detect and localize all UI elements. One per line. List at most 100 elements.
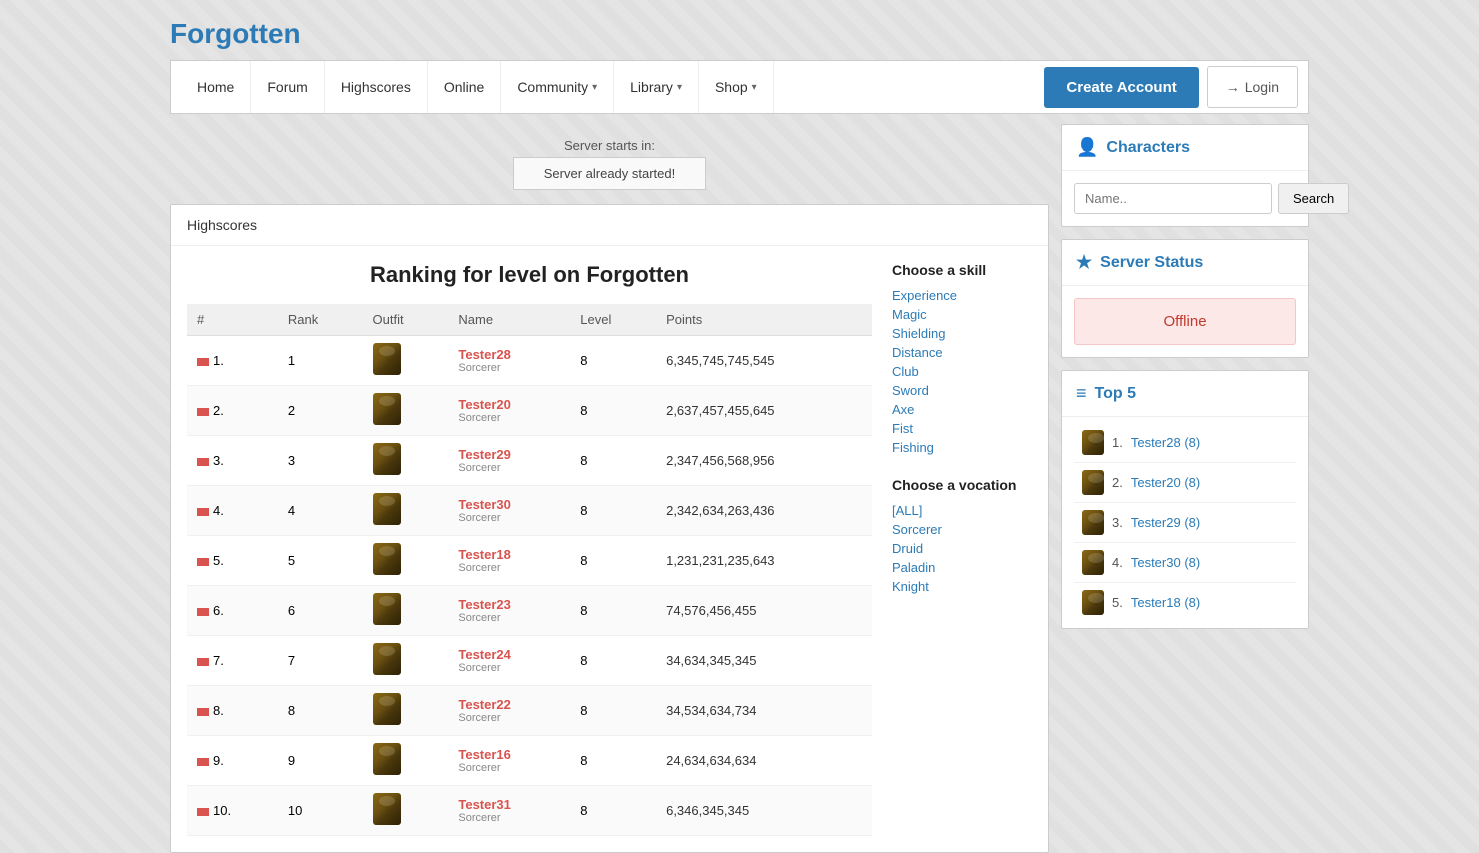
- nav-online[interactable]: Online: [428, 61, 501, 113]
- nav-community[interactable]: Community ▾: [501, 61, 614, 113]
- navbar: Home Forum Highscores Online Community ▾…: [170, 60, 1309, 114]
- top5-rank-num: 4.: [1112, 555, 1123, 570]
- vocation-filter-link[interactable]: Knight: [892, 577, 1032, 596]
- top5-player-link[interactable]: Tester28 (8): [1131, 435, 1200, 450]
- row-num: 2.: [187, 386, 278, 436]
- row-level: 8: [570, 686, 656, 736]
- rank-bar-icon: [197, 658, 209, 666]
- outfit-sprite: [373, 343, 401, 375]
- row-name: Tester22 Sorcerer: [448, 686, 570, 736]
- vocation-filter-link[interactable]: Sorcerer: [892, 520, 1032, 539]
- skill-filter-link[interactable]: Fist: [892, 419, 1032, 438]
- skill-filter-link[interactable]: Experience: [892, 286, 1032, 305]
- row-points: 6,345,745,745,545: [656, 336, 872, 386]
- characters-title: Characters: [1106, 139, 1190, 157]
- row-rank: 1: [278, 336, 363, 386]
- player-name-link[interactable]: Tester30: [458, 497, 560, 512]
- outfit-sprite: [373, 693, 401, 725]
- player-name-link[interactable]: Tester20: [458, 397, 560, 412]
- login-button[interactable]: → Login: [1207, 66, 1298, 108]
- vocation-filter-link[interactable]: Paladin: [892, 558, 1032, 577]
- player-name-link[interactable]: Tester31: [458, 797, 560, 812]
- row-level: 8: [570, 786, 656, 836]
- nav-forum[interactable]: Forum: [251, 61, 324, 113]
- skill-filter-link[interactable]: Axe: [892, 400, 1032, 419]
- top5-item: 2. Tester20 (8): [1074, 463, 1296, 503]
- server-status-widget: ★ Server Status Offline: [1061, 239, 1309, 358]
- player-name-link[interactable]: Tester24: [458, 647, 560, 662]
- vocation-filter-group: Choose a vocation [ALL]SorcererDruidPala…: [892, 477, 1032, 596]
- vocation-filter-title: Choose a vocation: [892, 477, 1032, 493]
- skill-filter-link[interactable]: Magic: [892, 305, 1032, 324]
- person-icon: 👤: [1076, 137, 1098, 158]
- server-status-widget-header: ★ Server Status: [1062, 240, 1308, 286]
- row-num: 10.: [187, 786, 278, 836]
- rank-bar-icon: [197, 608, 209, 616]
- player-name-link[interactable]: Tester22: [458, 697, 560, 712]
- player-name-link[interactable]: Tester16: [458, 747, 560, 762]
- row-rank: 10: [278, 786, 363, 836]
- top5-player-link[interactable]: Tester29 (8): [1131, 515, 1200, 530]
- row-num: 7.: [187, 636, 278, 686]
- player-name-link[interactable]: Tester29: [458, 447, 560, 462]
- row-rank: 5: [278, 536, 363, 586]
- nav-shop[interactable]: Shop ▾: [699, 61, 774, 113]
- table-row: 8. 8 Tester22 Sorcerer 8 34,534,634,734: [187, 686, 872, 736]
- vocation-filter-link[interactable]: Druid: [892, 539, 1032, 558]
- top5-widget-body: 1. Tester28 (8) 2. Tester20 (8) 3. Teste…: [1062, 417, 1308, 628]
- table-row: 3. 3 Tester29 Sorcerer 8 2,347,456,568,9…: [187, 436, 872, 486]
- top5-item: 5. Tester18 (8): [1074, 583, 1296, 622]
- table-row: 1. 1 Tester28 Sorcerer 8 6,345,745,745,5…: [187, 336, 872, 386]
- server-starts-label: Server starts in:: [184, 138, 1035, 153]
- filter-section: Choose a skill ExperienceMagicShieldingD…: [892, 262, 1032, 836]
- skill-filter-link[interactable]: Fishing: [892, 438, 1032, 457]
- col-level: Level: [570, 304, 656, 336]
- outfit-sprite: [373, 393, 401, 425]
- top5-player-link[interactable]: Tester18 (8): [1131, 595, 1200, 610]
- row-name: Tester16 Sorcerer: [448, 736, 570, 786]
- skill-filter-link[interactable]: Shielding: [892, 324, 1032, 343]
- col-num: #: [187, 304, 278, 336]
- skill-filter-link[interactable]: Club: [892, 362, 1032, 381]
- outfit-sprite: [373, 443, 401, 475]
- rank-bar-icon: [197, 558, 209, 566]
- login-icon: →: [1226, 79, 1240, 95]
- skill-filter-link[interactable]: Sword: [892, 381, 1032, 400]
- highscores-panel: Highscores Ranking for level on Forgotte…: [170, 204, 1049, 853]
- row-points: 24,634,634,634: [656, 736, 872, 786]
- player-name-link[interactable]: Tester18: [458, 547, 560, 562]
- nav-home[interactable]: Home: [181, 61, 251, 113]
- top5-player-link[interactable]: Tester20 (8): [1131, 475, 1200, 490]
- col-points: Points: [656, 304, 872, 336]
- nav-highscores[interactable]: Highscores: [325, 61, 428, 113]
- table-row: 7. 7 Tester24 Sorcerer 8 34,634,345,345: [187, 636, 872, 686]
- create-account-button[interactable]: Create Account: [1044, 67, 1198, 108]
- player-name-link[interactable]: Tester28: [458, 347, 560, 362]
- outfit-sprite: [373, 643, 401, 675]
- top5-player-link[interactable]: Tester30 (8): [1131, 555, 1200, 570]
- skill-filter-link[interactable]: Distance: [892, 343, 1032, 362]
- top5-outfit-sprite: [1082, 430, 1104, 455]
- row-rank: 7: [278, 636, 363, 686]
- player-vocation: Sorcerer: [458, 462, 560, 474]
- col-name: Name: [448, 304, 570, 336]
- character-search-button[interactable]: Search: [1278, 183, 1349, 214]
- site-logo[interactable]: Forgotten: [170, 18, 301, 49]
- vocation-filter-link[interactable]: [ALL]: [892, 501, 1032, 520]
- row-points: 74,576,456,455: [656, 586, 872, 636]
- player-vocation: Sorcerer: [458, 412, 560, 424]
- player-name-link[interactable]: Tester23: [458, 597, 560, 612]
- row-rank: 3: [278, 436, 363, 486]
- row-level: 8: [570, 536, 656, 586]
- top5-outfit-sprite: [1082, 510, 1104, 535]
- library-chevron-icon: ▾: [677, 82, 682, 93]
- nav-library[interactable]: Library ▾: [614, 61, 699, 113]
- character-search-input[interactable]: [1074, 183, 1272, 214]
- row-level: 8: [570, 336, 656, 386]
- row-outfit: [363, 386, 449, 436]
- player-vocation: Sorcerer: [458, 612, 560, 624]
- skills-filter-group: Choose a skill ExperienceMagicShieldingD…: [892, 262, 1032, 457]
- row-name: Tester24 Sorcerer: [448, 636, 570, 686]
- character-search-row: Search: [1074, 183, 1296, 214]
- row-rank: 4: [278, 486, 363, 536]
